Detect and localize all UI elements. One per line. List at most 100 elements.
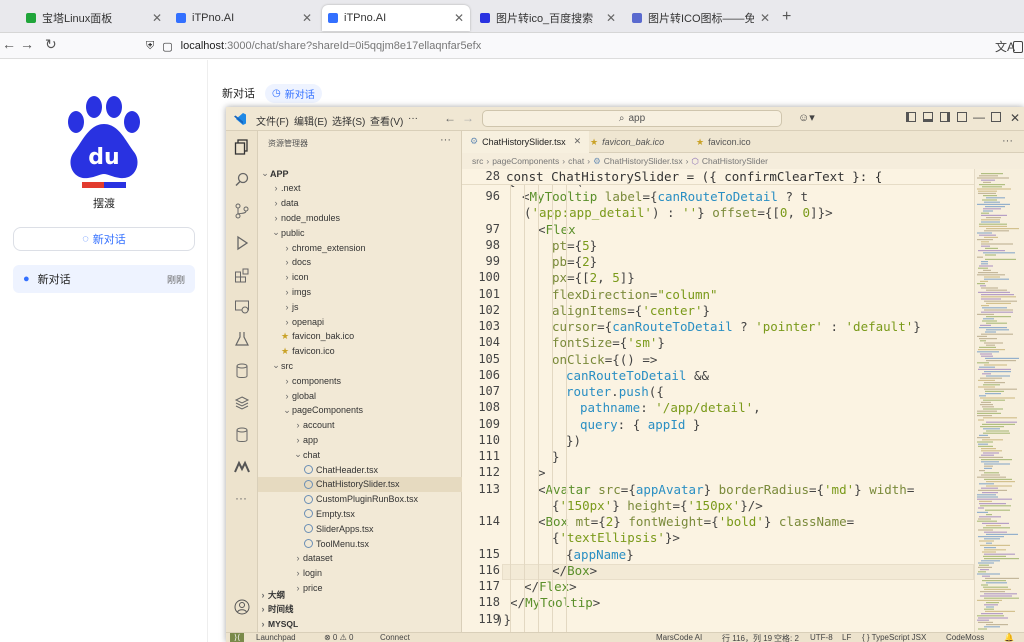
reload-icon[interactable]: ↻ (45, 36, 57, 53)
close-tab-icon[interactable]: ✕ (760, 11, 770, 25)
tree-item[interactable]: ⌄ pageComponents (258, 403, 462, 418)
nav-forward-icon[interactable]: → (462, 111, 474, 125)
menu-more[interactable]: ··· (408, 113, 418, 124)
tree-item[interactable]: › node_modules (258, 210, 462, 225)
database-icon[interactable] (234, 363, 250, 379)
breadcrumb-item[interactable]: ChatHistorySlider (702, 156, 768, 166)
menu-edit[interactable]: 编辑(E) (294, 113, 327, 128)
browser-tab[interactable]: 图片转ICO图标——免费在 ✕ (626, 5, 776, 31)
tree-item[interactable]: › chrome_extension (258, 240, 462, 255)
status-marscode[interactable]: MarsCode AI (656, 633, 702, 642)
bell-icon[interactable]: 🔔 (1004, 633, 1014, 642)
close-tab-icon[interactable]: ✕ (606, 11, 616, 25)
browser-tab[interactable]: iTPno.AI ✕ (170, 5, 318, 31)
editor-tab-favicon[interactable]: ★ favicon.ico (688, 131, 759, 153)
breadcrumb-item[interactable]: chat (568, 156, 584, 166)
database-icon-2[interactable] (234, 427, 250, 443)
status-position[interactable]: 行 116，列 19 (722, 633, 772, 642)
tree-item[interactable]: SliderApps.tsx (258, 521, 462, 536)
status-codemoss[interactable]: CodeMoss (946, 633, 984, 642)
status-launchpad[interactable]: Launchpad (256, 633, 296, 642)
menu-file[interactable]: 文件(F) (256, 113, 289, 128)
status-problems[interactable]: ⊗ 0 ⚠ 0 (324, 633, 353, 642)
tree-item[interactable]: ⌄ src (258, 358, 462, 373)
close-tab-icon[interactable]: ✕ (454, 11, 464, 25)
tree-item[interactable]: Empty.tsx (258, 506, 462, 521)
testing-icon[interactable] (234, 331, 250, 347)
minimize-icon[interactable]: — (973, 110, 985, 124)
command-center-search[interactable]: ⌕ app (482, 110, 782, 127)
extensions-icon[interactable] (1013, 41, 1023, 53)
close-tab-icon[interactable]: ✕ (152, 11, 162, 25)
breadcrumb-item[interactable]: src (472, 156, 483, 166)
tree-item[interactable]: › .next (258, 181, 462, 196)
search-icon[interactable] (234, 171, 250, 187)
browser-tab[interactable]: 宝塔Linux面板 ✕ (20, 5, 168, 31)
layers-icon[interactable] (234, 395, 250, 411)
extensions-icon[interactable] (234, 267, 250, 283)
run-debug-icon[interactable] (234, 235, 250, 251)
status-eol[interactable]: LF (842, 633, 851, 642)
translate-icon[interactable]: 文A (995, 38, 1015, 55)
tree-item[interactable]: › icon (258, 270, 462, 285)
toggle-secondary-icon[interactable] (940, 112, 950, 122)
breadcrumb-item[interactable]: pageComponents (492, 156, 559, 166)
browser-tab[interactable]: iTPno.AI ✕ (322, 5, 470, 31)
editor-tab-chathistoryslider[interactable]: ⚙ ChatHistorySlider.tsx ✕ (462, 131, 590, 153)
tree-item[interactable]: ★ favicon_bak.ico (258, 329, 462, 344)
back-icon[interactable]: ← (2, 36, 16, 52)
tree-item[interactable]: › dataset (258, 551, 462, 566)
maximize-icon[interactable] (991, 112, 1001, 122)
explorer-section[interactable]: › 时间线 (258, 602, 462, 617)
tree-item[interactable]: ★ favicon.ico (258, 344, 462, 359)
toggle-panel-icon[interactable] (923, 112, 933, 122)
status-language[interactable]: { } TypeScript JSX (862, 633, 926, 642)
tree-item[interactable]: ⌄ APP (258, 166, 462, 181)
editor-more-icon[interactable]: ··· (1002, 135, 1013, 147)
account-icon[interactable] (234, 599, 250, 615)
close-window-icon[interactable]: ✕ (1010, 111, 1020, 125)
tree-item[interactable]: › js (258, 299, 462, 314)
status-connect[interactable]: Connect (380, 633, 410, 642)
url-bar[interactable]: ⛨ ▢ localhost:3000/chat/share?shareId=0i… (140, 35, 1010, 57)
close-tab-icon[interactable]: ✕ (574, 136, 582, 147)
tree-item[interactable]: › openapi (258, 314, 462, 329)
remote-explorer-icon[interactable] (234, 299, 250, 315)
tree-item[interactable]: ⌄ chat (258, 447, 462, 462)
marscode-icon[interactable] (234, 459, 250, 475)
tree-item[interactable]: › docs (258, 255, 462, 270)
new-chat-pill[interactable]: ◷ 新对话 (265, 83, 322, 103)
nav-back-icon[interactable]: ← (444, 111, 456, 125)
menu-view[interactable]: 查看(V) (370, 113, 403, 128)
minimap[interactable] (974, 169, 1024, 635)
close-tab-icon[interactable]: ✕ (302, 11, 312, 25)
explorer-section[interactable]: › 大纲 (258, 587, 462, 602)
forward-icon[interactable]: → (20, 36, 34, 52)
tree-item[interactable]: › app (258, 432, 462, 447)
tree-item[interactable]: CustomPluginRunBox.tsx (258, 492, 462, 507)
status-spaces[interactable]: 空格: 2 (774, 633, 799, 642)
tree-item[interactable]: › data (258, 196, 462, 211)
more-icon[interactable]: ··· (235, 491, 247, 505)
tree-item[interactable]: › imgs (258, 284, 462, 299)
toggle-sidebar-icon[interactable] (906, 112, 916, 122)
new-tab-icon[interactable]: + (782, 8, 791, 26)
tree-item[interactable]: › global (258, 388, 462, 403)
history-item[interactable]: ● 新对话 刚刚 (13, 265, 195, 293)
tree-item[interactable]: › account (258, 418, 462, 433)
code-editor[interactable]: 95{isPc && (96<MyTooltip label={canRoute… (462, 169, 974, 635)
tree-item[interactable]: ⌄ public (258, 225, 462, 240)
copilot-icon[interactable]: ☺▾ (798, 111, 815, 124)
remote-indicator-icon[interactable]: ⟩⟨ (230, 633, 245, 642)
new-chat-button[interactable]: ◌ 新对话 (13, 227, 195, 251)
editor-tab-favicon-bak[interactable]: ★ favicon_bak.ico (582, 131, 672, 153)
layout-icon[interactable] (957, 112, 967, 122)
tree-item[interactable]: ChatHistorySlider.tsx (258, 476, 462, 492)
tree-item[interactable]: › components (258, 373, 462, 388)
browser-tab[interactable]: 图片转ico_百度搜索 ✕ (474, 5, 622, 31)
source-control-icon[interactable] (234, 203, 250, 219)
status-encoding[interactable]: UTF-8 (810, 633, 833, 642)
explorer-more-icon[interactable]: ··· (440, 134, 451, 146)
menu-select[interactable]: 选择(S) (332, 113, 365, 128)
tree-item[interactable]: ToolMenu.tsx (258, 536, 462, 551)
